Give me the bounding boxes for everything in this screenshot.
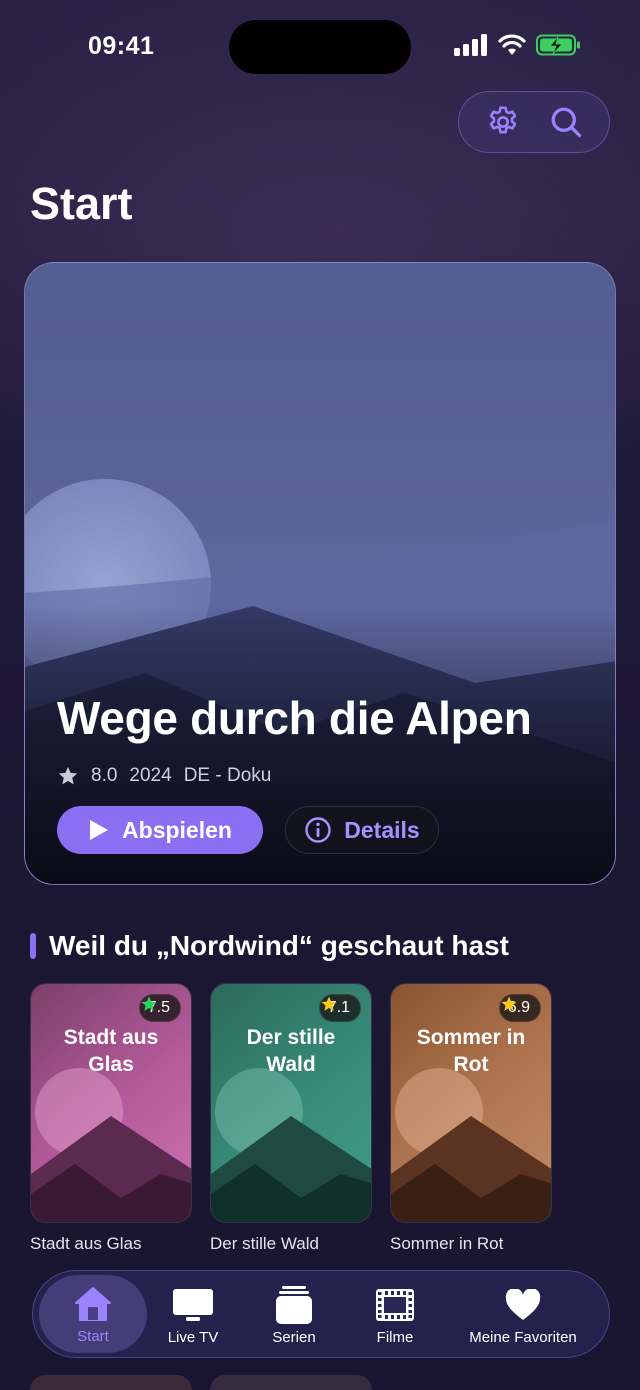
rating-badge: 7.5 [138, 994, 181, 1022]
search-icon [551, 107, 581, 138]
tab-label: Meine Favoriten [469, 1328, 577, 1346]
section-title: Weil du „Nordwind“ geschaut hast [49, 930, 509, 961]
star-icon [501, 996, 517, 1011]
tile-caption[interactable]: Stadt aus Glas [30, 1234, 142, 1254]
tab-label: Start [77, 1327, 109, 1345]
home-icon [75, 1286, 111, 1321]
page-title: Start [30, 178, 133, 229]
poster-title: Der stille Wald [246, 1026, 336, 1076]
play-icon [90, 820, 109, 840]
hero-card[interactable]: Wege durch die Alpen 8.0 2024 DE - Doku … [24, 262, 616, 885]
tab-live-tv[interactable]: Live TV [145, 1271, 241, 1359]
stack-icon [276, 1285, 312, 1324]
settings-button[interactable] [481, 100, 525, 144]
play-button[interactable]: Abspielen [57, 806, 263, 854]
tab-bar: Start Live TV Serien Filme Meine Favorit… [32, 1270, 610, 1358]
header-actions [458, 91, 610, 153]
tv-icon [173, 1288, 213, 1321]
next-row-tile-peek [30, 1375, 192, 1390]
hero-rating: 8.0 [91, 765, 118, 786]
tab-filme[interactable]: Filme [347, 1271, 443, 1359]
star-icon [321, 996, 337, 1011]
heart-icon [505, 1288, 541, 1320]
hero-year: 2024 [129, 765, 172, 786]
tab-label: Serien [272, 1328, 316, 1346]
poster-title: Stadt aus Glas [63, 1026, 159, 1076]
hero-genre: DE - Doku [183, 765, 272, 786]
tab-start[interactable]: Start [39, 1275, 147, 1353]
poster-tile[interactable]: 7.1 Der stille Wald [210, 983, 372, 1223]
details-button-label: Details [344, 816, 420, 843]
poster-title: Sommer in Rot [416, 1026, 526, 1076]
signal-icon [454, 34, 487, 56]
info-icon [305, 817, 331, 843]
search-button[interactable] [544, 100, 588, 144]
gear-icon [489, 106, 516, 134]
poster-tile[interactable]: 7.5 Stadt aus Glas [30, 983, 192, 1223]
section-header: Weil du „Nordwind“ geschaut hast [30, 930, 509, 962]
hero-title: Wege durch die Alpen [57, 692, 532, 744]
tab-label: Live TV [167, 1328, 219, 1346]
rating-badge: 6.9 [498, 994, 541, 1022]
poster-tile[interactable]: 6.9 Sommer in Rot [390, 983, 552, 1223]
tile-caption[interactable]: Der stille Wald [210, 1234, 319, 1254]
play-button-label: Abspielen [122, 816, 232, 843]
rating-badge: 7.1 [318, 994, 361, 1022]
tab-label: Filme [376, 1328, 414, 1346]
star-icon [58, 766, 78, 785]
section-accent-bar [30, 933, 36, 959]
status-bar: 09:41 [0, 0, 640, 92]
next-row-tile-peek [210, 1375, 372, 1390]
tile-caption[interactable]: Sommer in Rot [390, 1234, 503, 1254]
status-icons [454, 34, 582, 56]
battery-charging-icon [536, 34, 580, 56]
hero-meta: 8.0 2024 DE - Doku [57, 765, 271, 787]
film-icon [376, 1288, 414, 1321]
dynamic-island [229, 20, 411, 74]
wifi-icon [498, 34, 526, 55]
tab-serien[interactable]: Serien [246, 1271, 342, 1359]
status-time: 09:41 [88, 32, 155, 60]
hero-gradient-overlay [25, 263, 615, 884]
star-icon [141, 996, 157, 1011]
tab-meine-favoriten[interactable]: Meine Favoriten [451, 1271, 595, 1359]
details-button[interactable]: Details [285, 806, 439, 854]
